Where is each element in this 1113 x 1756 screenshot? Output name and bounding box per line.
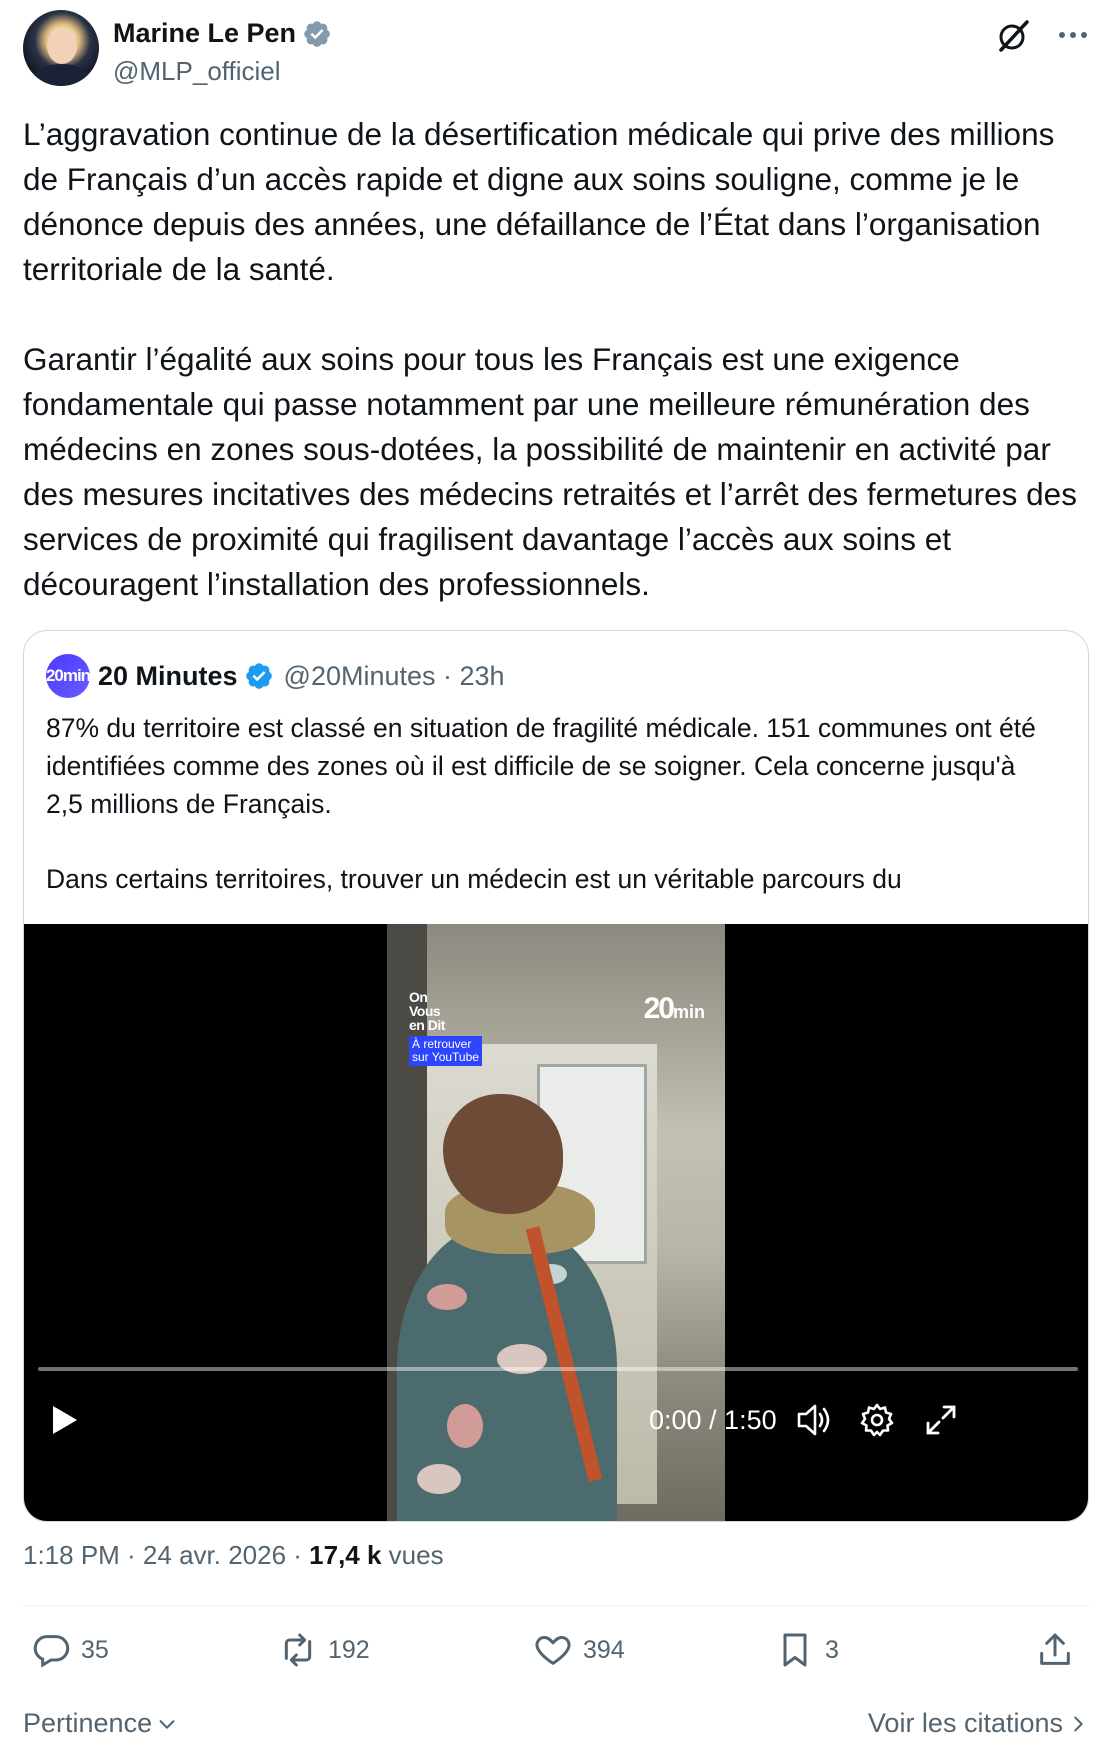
verified-badge-icon[interactable] [244, 661, 274, 691]
quoted-author-avatar[interactable]: 20min [46, 654, 91, 698]
tweet-meta: 1:18 PM · 24 avr. 2026 · 17,4 k vues [23, 1540, 444, 1571]
repost-icon [284, 1633, 312, 1667]
play-icon[interactable] [46, 1402, 82, 1438]
bookmark-button[interactable]: 3 [775, 1625, 839, 1675]
fullscreen-icon[interactable] [922, 1401, 960, 1439]
video-player[interactable]: On Vous en Dit À retrouver sur YouTube 2… [24, 924, 1088, 1521]
tweet-paragraph: L’aggravation continue de la désertifica… [23, 116, 1055, 287]
heart-icon [535, 1636, 571, 1665]
quoted-tweet-header: 20min 20 Minutes @20Minutes · 23h [46, 653, 505, 699]
author-avatar[interactable] [23, 10, 99, 86]
on-vous-en-dit-badge: On Vous en Dit [409, 989, 445, 1033]
verified-badge-icon[interactable] [302, 19, 332, 49]
repost-count: 192 [328, 1635, 370, 1664]
like-count: 394 [583, 1635, 625, 1664]
views-count: 17,4 k [309, 1540, 382, 1570]
tweet-timestamp[interactable]: 1:18 PM · 24 avr. 2026 · [23, 1540, 309, 1570]
tweet-text: L’aggravation continue de la désertifica… [23, 112, 1083, 607]
sort-label: Pertinence [23, 1708, 153, 1738]
quoted-tweet-text: 87% du territoire est classé en situatio… [46, 709, 1056, 898]
author-name-row: Marine Le Pen [113, 18, 332, 49]
tweet-paragraph: Garantir l’égalité aux soins pour tous l… [23, 341, 1077, 602]
quoted-author-handle: @20Minutes · 23h [283, 660, 505, 691]
quoted-tweet[interactable]: 20min 20 Minutes @20Minutes · 23h 87% du… [23, 630, 1089, 1522]
20min-logo: 20min [643, 992, 705, 1025]
share-button[interactable] [1035, 1625, 1085, 1675]
reply-button[interactable]: 35 [31, 1625, 109, 1675]
reply-count: 35 [81, 1635, 109, 1664]
quoted-paragraph: 87% du territoire est classé en situatio… [46, 713, 1036, 819]
settings-gear-icon[interactable] [858, 1401, 896, 1439]
view-quotes-link[interactable]: Voir les citations [868, 1708, 1089, 1739]
author-handle[interactable]: @MLP_officiel [113, 56, 281, 87]
quoted-author-name[interactable]: 20 Minutes [98, 661, 238, 692]
view-quotes-label: Voir les citations [867, 1708, 1063, 1738]
chevron-right-icon [1074, 1716, 1083, 1731]
like-button[interactable]: 394 [533, 1625, 625, 1675]
action-bar: 35 192 394 3 [23, 1625, 1089, 1675]
divider [23, 1605, 1089, 1606]
more-options-icon[interactable] [1053, 20, 1093, 50]
video-progress-bar[interactable] [38, 1367, 1078, 1371]
youtube-badge: À retrouver sur YouTube [409, 1036, 482, 1066]
repost-button[interactable]: 192 [278, 1625, 370, 1675]
bookmark-icon [783, 1633, 807, 1667]
chevron-down-icon [159, 1719, 175, 1729]
grok-icon[interactable] [995, 18, 1031, 54]
video-time: 0:00 / 1:50 [649, 1405, 777, 1435]
tweet-header: Marine Le Pen @MLP_officiel [23, 10, 1093, 88]
views-label: vues [381, 1540, 444, 1570]
volume-icon[interactable] [794, 1401, 834, 1439]
quoted-paragraph: Dans certains territoires, trouver un mé… [46, 864, 902, 894]
bookmark-count: 3 [825, 1635, 839, 1664]
author-name[interactable]: Marine Le Pen [113, 18, 296, 49]
sort-replies-dropdown[interactable]: Pertinence [23, 1708, 178, 1739]
share-icon [1040, 1633, 1070, 1665]
reply-icon [33, 1635, 70, 1668]
